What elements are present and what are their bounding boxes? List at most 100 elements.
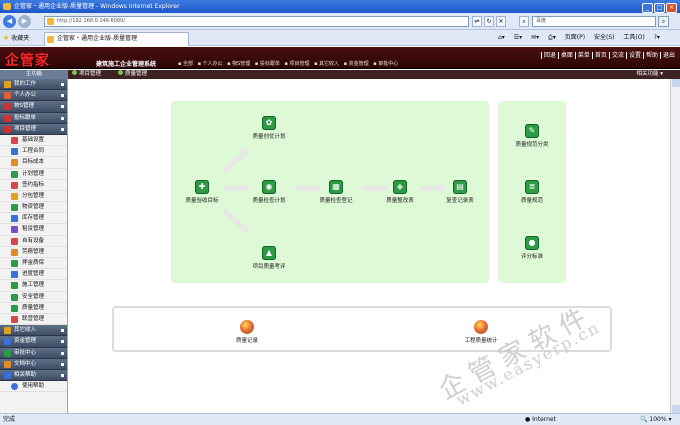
- nav-projects[interactable]: ▪ 项目管理: [284, 61, 309, 67]
- page-menu[interactable]: 页面(P): [565, 34, 585, 41]
- node-label: 复查记录表: [446, 198, 474, 204]
- back-link[interactable]: 回退: [540, 52, 558, 59]
- sidebar-item-labor[interactable]: 劳務管理: [0, 247, 67, 258]
- help-link[interactable]: 帮助: [642, 52, 660, 59]
- feeds-icon[interactable]: ☰▾: [514, 34, 522, 41]
- settings-link[interactable]: 设置: [625, 52, 643, 59]
- close-button[interactable]: ×: [666, 3, 677, 13]
- tools-menu[interactable]: 工具(O): [623, 34, 644, 41]
- score-icon: ●: [525, 236, 539, 250]
- stop-icon[interactable]: ✕: [496, 16, 506, 27]
- quality-standard-category-node[interactable]: ✎ 质量规范分类: [497, 124, 567, 148]
- print-icon[interactable]: ⎙▾: [548, 34, 556, 41]
- zoom-level[interactable]: 🔍 100% ▾: [640, 414, 671, 425]
- sidebar-group-label: 个人办公: [14, 92, 37, 99]
- nav-funds[interactable]: ▪ 资金管理: [344, 61, 369, 67]
- sidebar-item-label: 进度管理: [22, 271, 45, 278]
- sidebar-item-quality[interactable]: 质量管理: [0, 303, 67, 314]
- quality-inspection-plan-node[interactable]: ◉ 质量检查计划: [234, 180, 304, 204]
- safety-menu[interactable]: 安全(S): [594, 34, 615, 41]
- back-button[interactable]: ◀: [3, 15, 16, 28]
- menu-link[interactable]: 菜单: [574, 52, 592, 59]
- sidebar-item-safety[interactable]: 安全管理: [0, 292, 67, 303]
- sidebar-item-materials[interactable]: 物资管理: [0, 202, 67, 214]
- sidebar-group-documents[interactable]: 文档中心: [0, 358, 67, 370]
- breadcrumb-quality[interactable]: 质量管理: [118, 70, 147, 79]
- nav-all[interactable]: ▪ 全部: [178, 61, 193, 67]
- sidebar-group-bidding[interactable]: 投标跟单: [0, 112, 67, 124]
- rectification-icon: ◈: [393, 180, 407, 194]
- sidebar-item-inventory[interactable]: 库存管理: [0, 213, 67, 225]
- sidebar-group-materials[interactable]: 物S管理: [0, 101, 67, 113]
- sidebar-item-label: 分包管理: [22, 192, 45, 199]
- sidebar-item-joint-venture[interactable]: 联营管理: [0, 314, 67, 326]
- sidebar-item-user-help[interactable]: 使用帮助: [0, 381, 67, 393]
- scoring-standard-node[interactable]: ● 评分标准: [497, 236, 567, 260]
- desktop-link[interactable]: 桌面: [557, 52, 575, 59]
- url-input[interactable]: http://192.168.0.146:6060/: [44, 16, 469, 27]
- search-engine-icon[interactable]: ⌕: [519, 16, 529, 27]
- sidebar-group-help[interactable]: 相关帮助: [0, 369, 67, 382]
- quality-inspection-register-node[interactable]: ▦ 质量检查登记: [301, 180, 371, 204]
- page-icon: [47, 18, 54, 25]
- sidebar-group-approval[interactable]: 审批中心: [0, 347, 67, 359]
- sidebar-group-funds[interactable]: 资金管理: [0, 336, 67, 348]
- sidebar-group-personal[interactable]: 个人办公: [0, 90, 67, 102]
- sidebar-item-leasing[interactable]: 租赁管理: [0, 224, 67, 236]
- top-links: 回退 桌面 菜单 首页 交流 设置 帮助 退出: [540, 50, 677, 59]
- nav-personal[interactable]: ▪ 个人办公: [198, 61, 223, 67]
- sidebar-item-progress[interactable]: 进度管理: [0, 269, 67, 281]
- sidebar-group-label: 资金管理: [14, 338, 37, 345]
- quality-acceptance-target-node[interactable]: ✚ 质量验收目标: [167, 180, 237, 204]
- related-functions-label: 相关功能: [636, 71, 659, 77]
- quality-standard-node[interactable]: ≣ 质量规范: [497, 180, 567, 204]
- breadcrumb-project[interactable]: 项目管理: [72, 70, 101, 79]
- pie-chart-icon: [240, 320, 254, 334]
- nav-other-income[interactable]: ▪ 其它收入: [314, 61, 339, 67]
- nav-materials[interactable]: ▪ 物S管理: [227, 61, 250, 67]
- sidebar-item-equipment[interactable]: 自有设备: [0, 236, 67, 247]
- favorites-button[interactable]: ★ 收藏夹: [3, 33, 29, 44]
- recheck-record-node[interactable]: ▤ 复查记录表: [425, 180, 495, 204]
- bullet-icon: [118, 70, 123, 75]
- scroll-up-icon[interactable]: [672, 79, 680, 87]
- sidebar-group-my-work[interactable]: 我的工作: [0, 79, 67, 91]
- sidebar-item-deposit[interactable]: 押金质保: [0, 258, 67, 270]
- nav-approval[interactable]: ▪ 审批中心: [373, 61, 398, 67]
- home-link[interactable]: 首页: [591, 52, 609, 59]
- logout-link[interactable]: 退出: [659, 52, 677, 59]
- compat-view-icon[interactable]: ⇌: [472, 16, 482, 27]
- minimize-button[interactable]: _: [642, 3, 653, 13]
- sidebar-item-label: 劳務管理: [22, 248, 45, 255]
- refresh-icon[interactable]: ↻: [484, 16, 494, 27]
- sidebar-item-construction[interactable]: 施工管理: [0, 280, 67, 292]
- project-quality-evaluation-node[interactable]: ▲ 项目质量考评: [234, 246, 304, 270]
- sidebar-item-subcontract[interactable]: 分包管理: [0, 191, 67, 203]
- project-quality-statistics-node[interactable]: 工程质量统计: [446, 320, 516, 344]
- sidebar-item-contracts[interactable]: 工程合同: [0, 146, 67, 158]
- sidebar-item-label: 签约指标: [22, 181, 45, 188]
- chat-link[interactable]: 交流: [608, 52, 626, 59]
- nav-bidding[interactable]: ▪ 投标跟单: [255, 61, 280, 67]
- sidebar-item-basic-settings[interactable]: 基础设置: [0, 135, 67, 147]
- quality-excellence-plan-node[interactable]: ✿ 质量创优计划: [234, 116, 304, 140]
- sidebar-group-other-income[interactable]: 其它收入: [0, 325, 67, 337]
- forward-button[interactable]: ▶: [18, 15, 31, 28]
- search-input[interactable]: 百度: [532, 16, 656, 27]
- status-bar: 完成 ● Internet 🔍 100% ▾: [0, 413, 680, 425]
- mail-icon[interactable]: ✉▾: [531, 34, 539, 41]
- vertical-scrollbar[interactable]: [670, 79, 680, 413]
- browser-tab[interactable]: 企管家・通用企业版-质量管理: [44, 32, 189, 46]
- sidebar-item-plans[interactable]: 计划管理: [0, 169, 67, 180]
- quality-record-node[interactable]: 质量记录: [212, 320, 282, 344]
- home-icon[interactable]: ⌂▾: [498, 34, 505, 41]
- help-icon[interactable]: ?▾: [654, 34, 660, 41]
- folder-icon: [4, 125, 11, 133]
- sidebar-item-target-cost[interactable]: 目标成本: [0, 157, 67, 169]
- scroll-down-icon[interactable]: [672, 405, 680, 413]
- sidebar-item-signing[interactable]: 签约指标: [0, 180, 67, 191]
- search-icon[interactable]: ⌕: [658, 16, 669, 27]
- maximize-button[interactable]: □: [654, 3, 665, 13]
- sidebar-group-projects[interactable]: 项目管理: [0, 123, 67, 135]
- related-functions-button[interactable]: 相关功能 ▾: [636, 70, 663, 79]
